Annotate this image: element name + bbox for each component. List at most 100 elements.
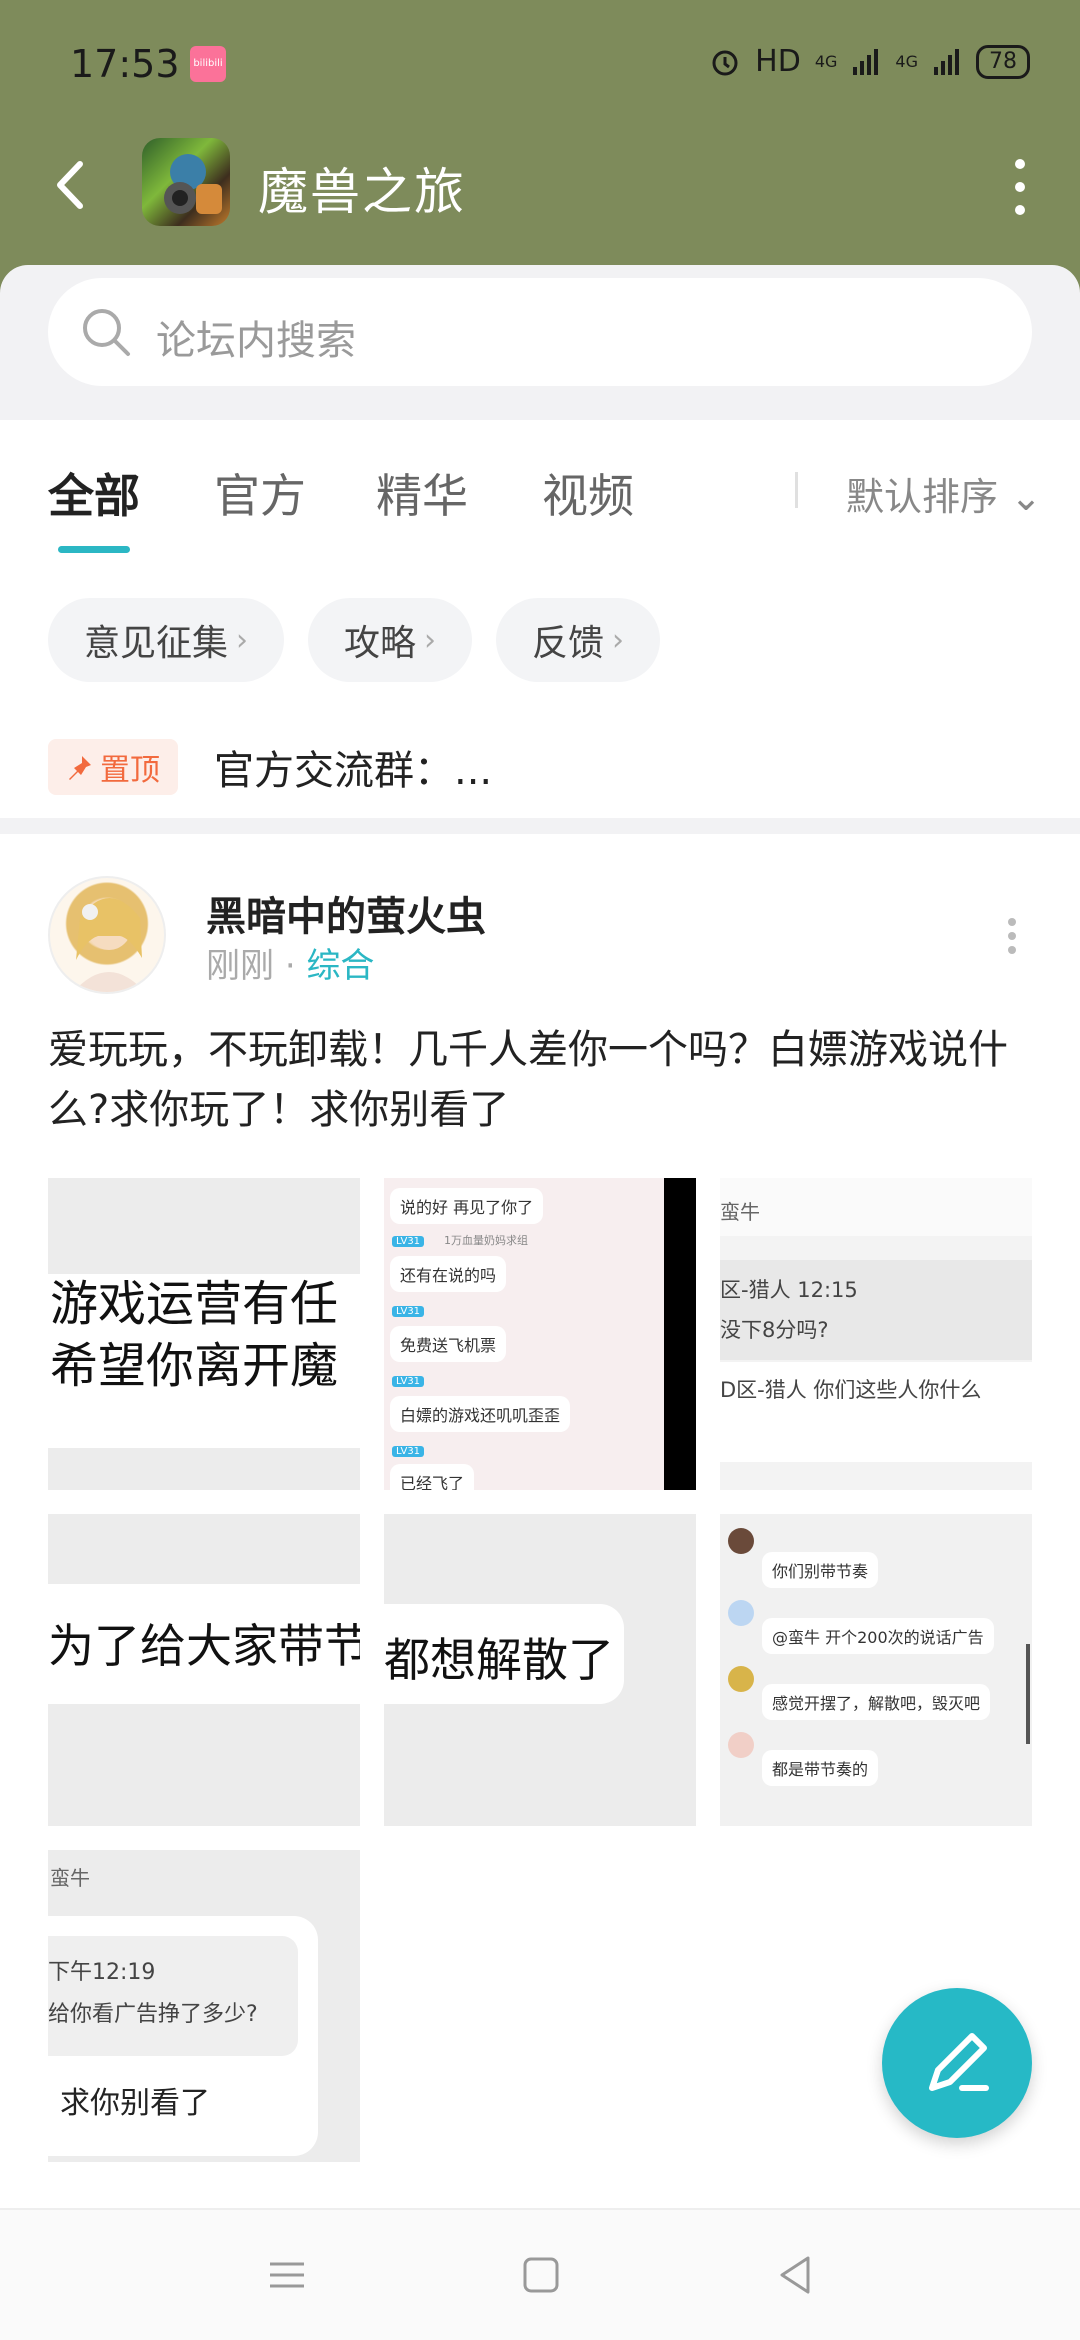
battery-indicator: 78: [976, 44, 1030, 79]
chat-tag: 1万血量奶妈求组: [444, 1234, 528, 1247]
back-triangle-icon[interactable]: [770, 2250, 820, 2300]
post-author[interactable]: 黑暗中的萤火虫: [206, 884, 486, 942]
image-username: 蛮牛: [720, 1200, 760, 1224]
post-content[interactable]: 爱玩玩，不玩卸载！几千人差你一个吗？白嫖游戏说什么?求你玩了！求你别看了: [48, 1020, 1032, 1140]
pinned-text: 官方交流群：...: [214, 748, 493, 794]
pin-icon: [69, 756, 91, 780]
page-title: 魔兽之旅: [258, 163, 466, 221]
post-category[interactable]: 综合: [306, 946, 374, 986]
sort-divider: [795, 472, 798, 508]
avatar[interactable]: [48, 876, 166, 994]
image-text: 求你别看了: [60, 2086, 210, 2121]
post-header: 黑暗中的萤火虫 刚刚 · 综合: [48, 876, 1032, 996]
image-text: 给你看广告挣了多少?: [48, 2002, 258, 2027]
game-icon: [142, 138, 230, 226]
image-header-band: [720, 1178, 1032, 1236]
chip-guides[interactable]: 攻略 ›: [308, 598, 473, 682]
image-header-band: [48, 1178, 360, 1274]
status-bar: 17:53 bilibili HD 4G 4G 78: [0, 0, 1080, 130]
chat-bubble: 感觉开摆了，解散吧，毁灭吧: [762, 1684, 991, 1720]
chat-avatar: [728, 1732, 754, 1758]
tab-featured[interactable]: 精华: [376, 460, 468, 526]
chip-label: 攻略: [344, 623, 417, 664]
alarm-icon: [712, 50, 738, 75]
search-placeholder: 论坛内搜索: [156, 318, 356, 364]
post-image-3[interactable]: 蛮牛 区-猎人 12:15 没下8分吗? D区-猎人 你们这些人你什么: [720, 1178, 1032, 1490]
post-image-4[interactable]: 为了给大家带节: [48, 1514, 360, 1826]
image-text: 都想解散了: [384, 1633, 614, 1687]
signal-icon-2: [934, 48, 959, 75]
bilibili-notification-icon: bilibili: [190, 46, 226, 82]
network-4g-2: 4G: [895, 52, 918, 71]
post-image-2[interactable]: 说的好 再见了你了 LV31 1万血量奶妈求组 还有在说的吗 LV31 免费送飞…: [384, 1178, 696, 1490]
scrollbar: [1026, 1644, 1030, 1744]
image-text: 区-猎人 12:15: [720, 1278, 858, 1302]
status-time: 17:53: [70, 42, 180, 86]
compose-post-button[interactable]: [882, 1988, 1032, 2138]
back-button[interactable]: [40, 150, 110, 220]
image-black-edge: [664, 1178, 696, 1490]
chevron-right-icon: ›: [424, 622, 437, 658]
sort-dropdown[interactable]: 默认排序 ⌄: [846, 466, 1042, 521]
level-badge: LV31: [392, 1376, 425, 1387]
chevron-right-icon: ›: [236, 622, 249, 658]
hd-indicator: HD: [755, 44, 801, 79]
chat-avatar: [728, 1528, 754, 1554]
post-image-7[interactable]: 蛮牛 下午12:19 给你看广告挣了多少? 求你别看了: [48, 1850, 360, 2162]
tab-video[interactable]: 视频: [542, 460, 634, 526]
nav-bar: 魔兽之旅: [0, 130, 1080, 240]
chat-avatar: [728, 1666, 754, 1692]
search-input[interactable]: 论坛内搜索: [48, 278, 1032, 386]
post-more-icon[interactable]: [1004, 916, 1020, 956]
status-indicators: HD 4G 4G 78: [709, 44, 1030, 79]
more-vertical-icon[interactable]: [1000, 152, 1040, 222]
post-image-6[interactable]: 你们别带节奏 @蛮牛 开个200次的说话广告 感觉开摆了，解散吧，毁灭吧 都是带…: [720, 1514, 1032, 1826]
menu-icon[interactable]: [262, 2250, 312, 2300]
tab-all[interactable]: 全部: [48, 460, 140, 526]
search-icon: [83, 309, 130, 356]
level-badge: LV31: [392, 1446, 425, 1457]
category-chips: 意见征集 › 攻略 › 反馈 ›: [48, 598, 661, 682]
tab-official[interactable]: 官方: [214, 460, 306, 526]
signal-icon-1: [853, 48, 879, 75]
chat-bubble: 都是带节奏的: [762, 1750, 879, 1786]
post-image-5[interactable]: 都想解散了: [384, 1514, 696, 1826]
chat-bubble: 已经飞了: [390, 1464, 475, 1490]
post-meta: 刚刚 · 综合: [206, 938, 374, 987]
tab-indicator: [58, 546, 130, 553]
chat-bubble: 白嫖的游戏还叽叽歪歪: [390, 1396, 571, 1432]
network-4g-1: 4G: [814, 52, 838, 71]
chevron-right-icon: ›: [612, 622, 625, 658]
chat-bubble: 你们别带节奏: [762, 1552, 879, 1588]
chip-feedback[interactable]: 反馈 ›: [496, 598, 661, 682]
image-text: D区-猎人 你们这些人你什么: [720, 1378, 982, 1402]
image-text: 为了给大家带节: [48, 1619, 360, 1673]
pin-badge: 置顶: [48, 739, 178, 795]
post-time: 刚刚: [206, 946, 274, 986]
image-text: 下午12:19: [48, 1960, 156, 1985]
chip-label: 意见征集: [84, 623, 229, 664]
chat-bubble: 免费送飞机票: [390, 1326, 507, 1362]
app-header: 17:53 bilibili HD 4G 4G 78 魔兽之旅: [0, 0, 1080, 300]
chat-bubble: 还有在说的吗: [390, 1256, 507, 1292]
chip-label: 反馈: [532, 623, 605, 664]
meta-separator: ·: [284, 946, 296, 986]
chat-avatar: [728, 1600, 754, 1626]
home-square-icon[interactable]: [516, 2250, 566, 2300]
chip-feedback-collection[interactable]: 意见征集 ›: [48, 598, 285, 682]
post-image-1[interactable]: 游戏运营有任 希望你离开魔: [48, 1178, 360, 1490]
image-text: 希望你离开魔: [50, 1338, 339, 1394]
image-text: 没下8分吗?: [720, 1318, 829, 1342]
image-footer-band: [48, 1448, 360, 1490]
tab-bar: 全部 官方 精华 视频 默认排序 ⌄: [0, 420, 1080, 560]
pinned-post[interactable]: 置顶 官方交流群：...: [48, 738, 492, 796]
image-username: 蛮牛: [50, 1866, 90, 1890]
image-text: 游戏运营有任: [50, 1276, 339, 1332]
level-badge: LV31: [392, 1306, 425, 1317]
chat-bubble: @蛮牛 开个200次的说话广告: [762, 1618, 994, 1654]
chat-bubble: 说的好 再见了你了: [390, 1188, 544, 1224]
level-badge: LV31: [392, 1236, 425, 1247]
system-navigation-bar: [0, 2208, 1080, 2340]
section-divider: [0, 818, 1080, 834]
pen-icon: [929, 2033, 989, 2091]
